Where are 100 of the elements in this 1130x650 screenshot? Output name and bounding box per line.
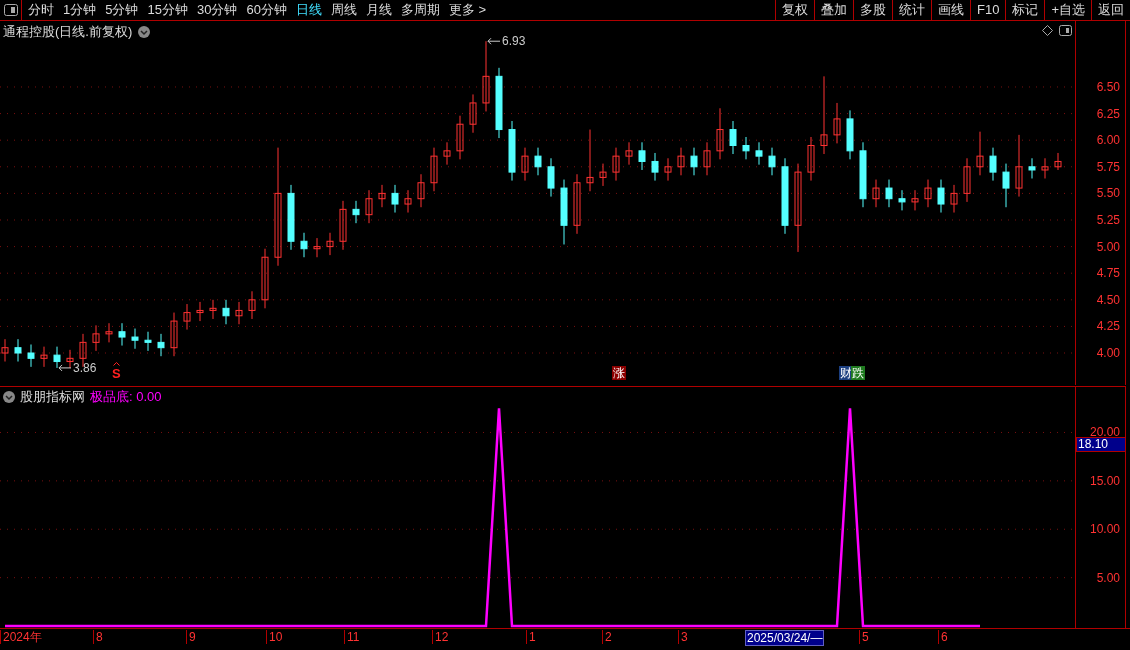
candlestick	[378, 184, 386, 208]
date-label: 3	[678, 630, 688, 644]
candlestick	[690, 147, 698, 176]
candlestick	[612, 147, 620, 182]
axis-label: 10.00	[1089, 522, 1120, 537]
period-tab[interactable]: 日线	[295, 0, 322, 20]
candlestick	[716, 107, 724, 160]
axis-label: 6.00	[1096, 133, 1120, 148]
candlestick	[482, 40, 490, 112]
candlestick	[27, 344, 35, 368]
candlestick	[846, 109, 854, 160]
candlestick	[664, 157, 672, 182]
candlestick	[287, 184, 295, 251]
candlestick	[417, 173, 425, 208]
candlestick	[92, 324, 100, 352]
period-tab[interactable]: 5分钟	[105, 0, 139, 20]
candlestick	[469, 93, 477, 134]
candlestick	[937, 179, 945, 214]
axis-label: 4.00	[1096, 346, 1120, 360]
candlestick	[118, 322, 126, 347]
candlestick	[625, 141, 633, 166]
candlestick	[1, 338, 9, 362]
candlestick	[586, 129, 594, 192]
date-label: 5	[859, 630, 869, 644]
candlestick	[677, 147, 685, 176]
candlestick	[456, 115, 464, 160]
toolbar-button[interactable]: 复权	[775, 0, 814, 20]
date-label: 6	[938, 630, 948, 644]
toolbar-button[interactable]: 画线	[931, 0, 970, 20]
date-label: 9	[186, 630, 196, 644]
candlestick	[521, 147, 529, 182]
toolbar-button[interactable]: 多股	[853, 0, 892, 20]
candlestick	[573, 173, 581, 235]
period-tab[interactable]: 30分钟	[196, 0, 238, 20]
axis-label: 6.50	[1096, 80, 1120, 94]
period-tab[interactable]: 周线	[330, 0, 357, 20]
candlestick	[534, 147, 542, 176]
annotation: 6.93	[502, 34, 526, 49]
candlestick	[430, 147, 438, 192]
candlestick	[495, 67, 503, 139]
candlestick	[209, 299, 217, 320]
candlestick	[872, 179, 880, 208]
candlestick	[235, 301, 243, 325]
candlestick	[248, 290, 256, 320]
toolbar-button[interactable]: +自选	[1044, 0, 1091, 20]
period-tab[interactable]: 分时	[28, 0, 54, 20]
candlestick	[157, 333, 165, 357]
period-tab[interactable]: 60分钟	[246, 0, 287, 20]
diamond-icon[interactable]	[1042, 25, 1053, 36]
axis-label: 15.00	[1089, 473, 1120, 488]
panel-toggle-icon[interactable]	[3, 4, 18, 16]
caret-icon	[113, 362, 120, 366]
candlestick	[365, 189, 373, 224]
candlestick	[859, 141, 867, 208]
candlestick	[1015, 134, 1023, 198]
candlestick	[170, 312, 178, 357]
candlestick	[391, 184, 399, 214]
toolbar-button[interactable]: F10	[970, 0, 1006, 20]
candlestick	[313, 237, 321, 258]
panel-toggle-icon[interactable]	[1059, 25, 1072, 36]
candlestick	[261, 248, 269, 309]
date-label: 2024年	[0, 630, 42, 644]
candlestick	[508, 120, 516, 182]
dropdown-icon[interactable]	[3, 390, 15, 403]
candlestick	[1028, 157, 1036, 179]
toolbar-button[interactable]: 叠加	[814, 0, 853, 20]
axis-label: 5.75	[1096, 159, 1120, 174]
candlestick	[560, 179, 568, 245]
candlestick	[339, 200, 347, 251]
candlestick	[755, 141, 763, 166]
period-tab[interactable]: 15分钟	[147, 0, 188, 20]
candlestick	[1041, 157, 1049, 179]
candlestick	[53, 346, 61, 369]
toolbar-button[interactable]: 返回	[1091, 0, 1130, 20]
candlestick	[40, 346, 48, 368]
candlestick	[1054, 152, 1062, 171]
axis-label: 5.25	[1096, 213, 1120, 227]
candlestick	[222, 299, 230, 325]
period-tab[interactable]: 月线	[365, 0, 392, 20]
candlestick	[638, 141, 646, 171]
period-tab[interactable]: 更多 >	[448, 0, 487, 20]
candlestick	[742, 136, 750, 160]
date-label: 2	[602, 630, 612, 644]
candlestick	[976, 131, 984, 176]
axis-label: 5.00	[1096, 239, 1120, 254]
candlestick	[196, 301, 204, 322]
toolbar-button[interactable]: 统计	[892, 0, 931, 20]
period-tab[interactable]: 1分钟	[63, 0, 97, 20]
current-value-label: 18.10	[1076, 437, 1126, 452]
candlestick	[404, 189, 412, 214]
candlestick	[911, 189, 919, 211]
axis-label: 4.25	[1096, 319, 1120, 334]
period-tab[interactable]: 多周期	[400, 0, 440, 20]
toolbar-button[interactable]: 标记	[1005, 0, 1045, 20]
candlestick	[898, 189, 906, 211]
indicator-title: 股朋指标网	[20, 388, 85, 406]
dropdown-icon[interactable]	[138, 25, 151, 38]
candlestick	[833, 102, 841, 144]
date-label: 11	[344, 630, 360, 644]
candlestick	[183, 303, 191, 331]
